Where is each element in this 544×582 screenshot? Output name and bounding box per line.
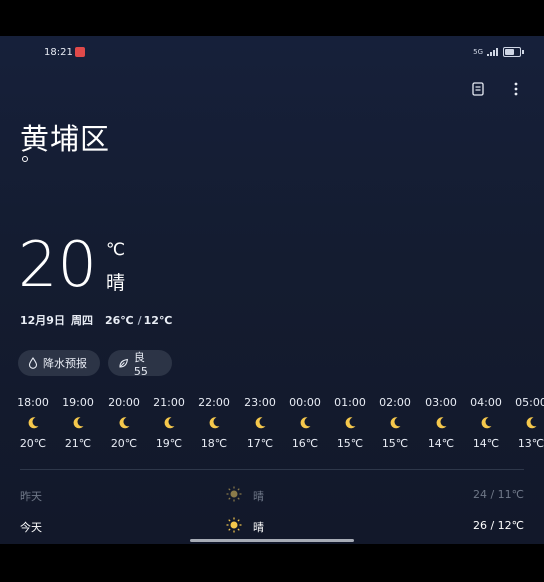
hour-temp: 13℃ bbox=[517, 437, 544, 450]
day-condition: 晴 bbox=[253, 521, 264, 534]
day-condition: 晴 bbox=[253, 490, 264, 503]
hour-temp: 19℃ bbox=[155, 437, 183, 450]
moon-icon bbox=[104, 416, 144, 430]
hourly-item: 05:00 13℃ bbox=[511, 396, 544, 450]
system-icons: 5G bbox=[473, 47, 524, 57]
hour-temp: 14℃ bbox=[472, 437, 500, 450]
hourly-item: 22:00 18℃ bbox=[194, 396, 234, 450]
high-temp: 26℃ bbox=[104, 314, 134, 327]
moon-icon bbox=[58, 416, 98, 430]
hour-temp: 14℃ bbox=[427, 437, 455, 450]
moon-icon bbox=[194, 416, 234, 430]
sun-icon bbox=[226, 486, 242, 505]
air-quality-button[interactable]: 良 55 bbox=[108, 350, 172, 378]
moon-icon bbox=[375, 416, 415, 430]
hour-temp: 15℃ bbox=[336, 437, 364, 450]
moon-icon bbox=[149, 416, 189, 430]
weather-screen: 18:21 5G 黄埔区 20 ℃ 晴 12月9日 周四 26℃ / 12℃ 降… bbox=[0, 36, 544, 544]
temp-separator: / bbox=[137, 314, 142, 327]
battery-tip bbox=[522, 50, 524, 54]
hourly-item: 21:00 19℃ bbox=[149, 396, 189, 450]
current-condition: 晴 bbox=[106, 272, 126, 294]
day-label: 昨天 bbox=[20, 490, 42, 503]
hour-time: 04:00 bbox=[470, 396, 502, 409]
city-list-icon[interactable] bbox=[470, 81, 486, 97]
hour-time: 21:00 bbox=[153, 396, 185, 409]
moon-icon bbox=[240, 416, 280, 430]
hour-temp: 18℃ bbox=[200, 437, 228, 450]
network-icon: 5G bbox=[473, 48, 483, 56]
hour-time: 19:00 bbox=[62, 396, 94, 409]
hour-time: 00:00 bbox=[289, 396, 321, 409]
hourly-item: 00:00 16℃ bbox=[285, 396, 325, 450]
daily-row-today[interactable]: 今天 晴 26 / 12℃ bbox=[0, 517, 544, 537]
hourly-item: 01:00 15℃ bbox=[330, 396, 370, 450]
hour-temp: 16℃ bbox=[291, 437, 319, 450]
moon-icon bbox=[285, 416, 325, 430]
rain-forecast-button[interactable]: 降水预报 bbox=[18, 350, 100, 376]
hour-temp: 20℃ bbox=[19, 437, 47, 450]
sun-icon bbox=[226, 517, 242, 536]
home-indicator[interactable] bbox=[190, 539, 354, 542]
hour-time: 03:00 bbox=[425, 396, 457, 409]
location-name[interactable]: 黄埔区 bbox=[20, 116, 110, 158]
hourly-item: 20:00 20℃ bbox=[104, 396, 144, 450]
hour-temp: 20℃ bbox=[110, 437, 138, 450]
moon-icon bbox=[511, 416, 544, 430]
divider bbox=[20, 469, 524, 470]
low-temp: 12℃ bbox=[143, 314, 173, 327]
hourly-item: 19:00 21℃ bbox=[58, 396, 98, 450]
hour-time: 18:00 bbox=[17, 396, 49, 409]
daily-row-yesterday[interactable]: 昨天 晴 24 / 11℃ bbox=[0, 486, 544, 506]
more-options-icon[interactable] bbox=[508, 81, 524, 97]
temperature-unit: ℃ bbox=[106, 240, 126, 260]
moon-icon bbox=[13, 416, 53, 430]
day-temp-range: 26 / 12℃ bbox=[472, 519, 524, 532]
hour-time: 23:00 bbox=[244, 396, 276, 409]
moon-icon bbox=[330, 416, 370, 430]
leaf-icon bbox=[119, 358, 128, 367]
air-quality-label: 良 55 bbox=[133, 350, 148, 378]
weekday: 周四 bbox=[70, 314, 93, 327]
location-indicator-icon bbox=[22, 156, 28, 162]
moon-icon bbox=[421, 416, 461, 430]
hourly-item: 02:00 15℃ bbox=[375, 396, 415, 450]
hour-time: 22:00 bbox=[198, 396, 230, 409]
hour-temp: 21℃ bbox=[64, 437, 92, 450]
hour-temp: 17℃ bbox=[246, 437, 274, 450]
moon-icon bbox=[466, 416, 506, 430]
hourly-item: 04:00 14℃ bbox=[466, 396, 506, 450]
top-actions bbox=[470, 81, 524, 97]
battery-icon bbox=[503, 47, 521, 57]
raindrop-icon bbox=[28, 357, 38, 369]
hourly-item: 23:00 17℃ bbox=[240, 396, 280, 450]
date: 12月9日 bbox=[20, 314, 65, 327]
day-label: 今天 bbox=[20, 521, 42, 534]
rain-forecast-label: 降水预报 bbox=[43, 357, 87, 370]
hourly-item: 03:00 14℃ bbox=[421, 396, 461, 450]
notification-badge-icon bbox=[75, 47, 85, 57]
hour-time: 05:00 bbox=[515, 396, 544, 409]
hour-time: 02:00 bbox=[379, 396, 411, 409]
hour-temp: 15℃ bbox=[381, 437, 409, 450]
hour-time: 01:00 bbox=[334, 396, 366, 409]
current-temperature: 20 bbox=[18, 228, 97, 301]
day-temp-range: 24 / 11℃ bbox=[472, 488, 524, 501]
date-line: 12月9日 周四 26℃/12℃ bbox=[20, 312, 178, 328]
hourly-item: 18:00 20℃ bbox=[13, 396, 53, 450]
status-time: 18:21 bbox=[44, 47, 73, 58]
signal-icon bbox=[487, 48, 498, 56]
status-bar: 18:21 5G bbox=[0, 36, 544, 64]
hour-time: 20:00 bbox=[108, 396, 140, 409]
hourly-forecast[interactable]: 18:00 20℃ 19:00 21℃ 20:00 20℃ 21:00 19℃ 22:00 18℃… bbox=[0, 396, 544, 462]
